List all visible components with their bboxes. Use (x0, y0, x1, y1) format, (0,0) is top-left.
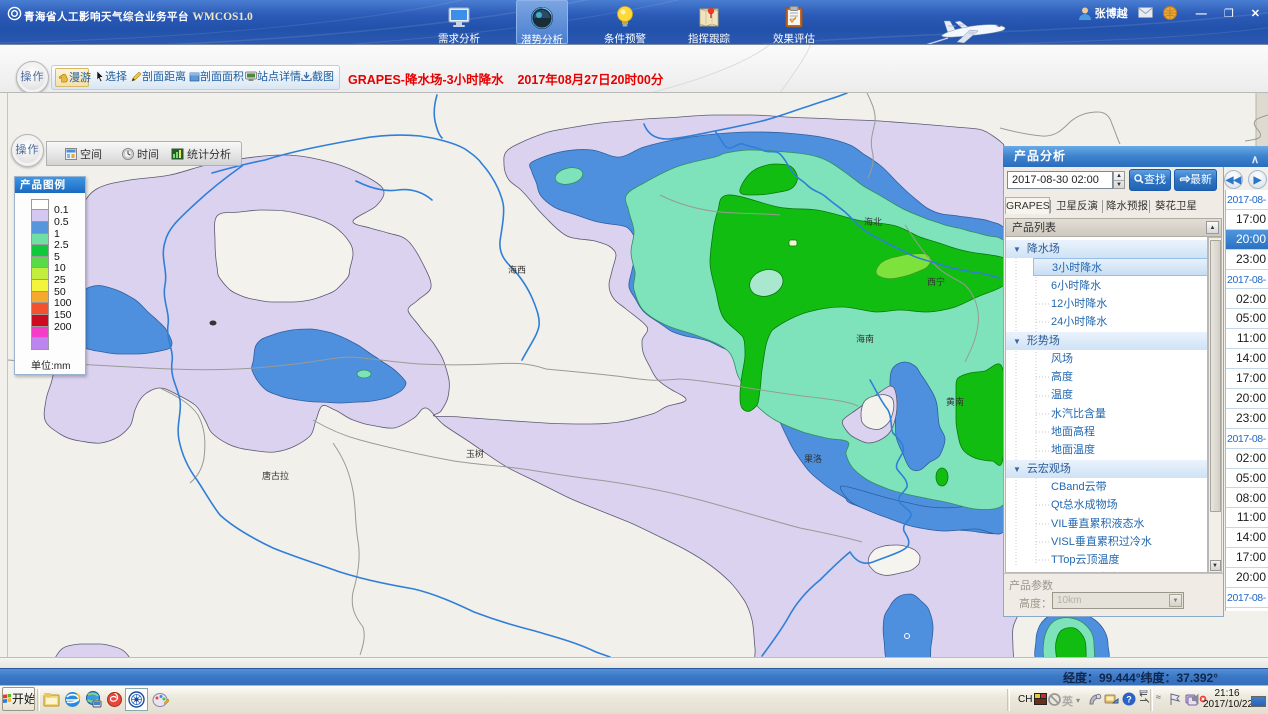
svg-text:黄南: 黄南 (946, 396, 964, 407)
svg-text:玉树: 玉树 (466, 448, 484, 459)
svg-text:海南: 海南 (856, 333, 874, 344)
svg-text:海北: 海北 (864, 216, 882, 227)
svg-text:唐古拉: 唐古拉 (262, 470, 289, 481)
svg-text:西宁: 西宁 (927, 276, 945, 287)
svg-text:果洛: 果洛 (804, 453, 822, 464)
svg-text:海西: 海西 (508, 264, 526, 275)
